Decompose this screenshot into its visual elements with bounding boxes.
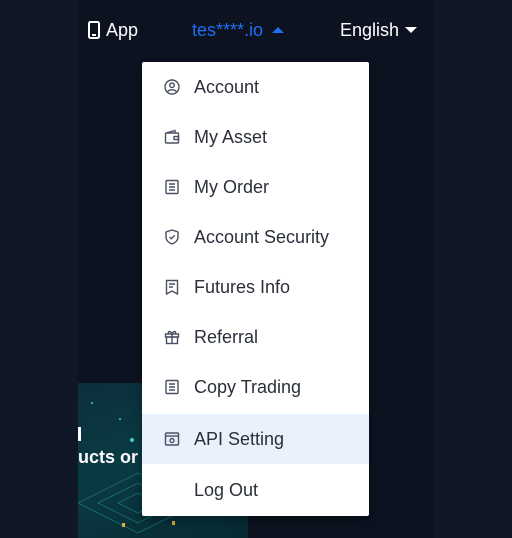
wallet-icon <box>164 129 180 145</box>
caret-down-icon <box>405 26 418 34</box>
shield-icon <box>164 229 180 245</box>
user-circle-icon <box>164 79 180 95</box>
menu-item-my-order[interactable]: My Order <box>142 162 369 212</box>
menu-item-copy-trading[interactable]: Copy Trading <box>142 362 369 412</box>
language-label: English <box>340 20 400 40</box>
gift-icon <box>164 329 180 345</box>
menu-item-label: Copy Trading <box>194 377 302 397</box>
caret-up-icon <box>272 26 285 34</box>
api-window-icon <box>164 431 180 447</box>
menu-item-label: My Asset <box>194 127 268 147</box>
menu-item-label: Account <box>194 77 260 97</box>
menu-item-label: Log Out <box>194 480 259 500</box>
menu-item-label: My Order <box>194 177 270 197</box>
menu-item-my-asset[interactable]: My Asset <box>142 112 369 162</box>
user-dropdown-menu: Account My Asset My Order Account Securi… <box>142 62 369 516</box>
menu-item-label: Account Security <box>194 227 330 247</box>
language-selector[interactable]: English <box>340 18 418 42</box>
menu-item-futures-info[interactable]: Futures Info <box>142 262 369 312</box>
order-list-icon <box>164 179 180 195</box>
banner-heading-mark <box>78 427 81 441</box>
right-backdrop <box>434 0 512 538</box>
menu-item-account-security[interactable]: Account Security <box>142 212 369 262</box>
copy-list-icon <box>164 379 180 395</box>
bookmark-icon <box>164 279 180 296</box>
menu-item-referral[interactable]: Referral <box>142 312 369 362</box>
left-backdrop <box>0 0 78 538</box>
menu-item-label: Futures Info <box>194 277 291 297</box>
app-label: App <box>106 20 139 40</box>
menu-item-api-setting[interactable]: API Setting <box>142 414 369 464</box>
app-download-link[interactable]: App <box>88 18 138 42</box>
top-navigation: App tes****.io English <box>0 0 512 60</box>
menu-item-log-out[interactable]: Log Out <box>142 465 369 515</box>
user-menu-toggle[interactable]: tes****.io <box>192 18 285 42</box>
menu-item-label: API Setting <box>194 429 285 449</box>
phone-icon <box>88 21 100 39</box>
menu-item-label: Referral <box>194 327 259 347</box>
menu-item-account[interactable]: Account <box>142 62 369 112</box>
username-label: tes****.io <box>192 20 264 40</box>
